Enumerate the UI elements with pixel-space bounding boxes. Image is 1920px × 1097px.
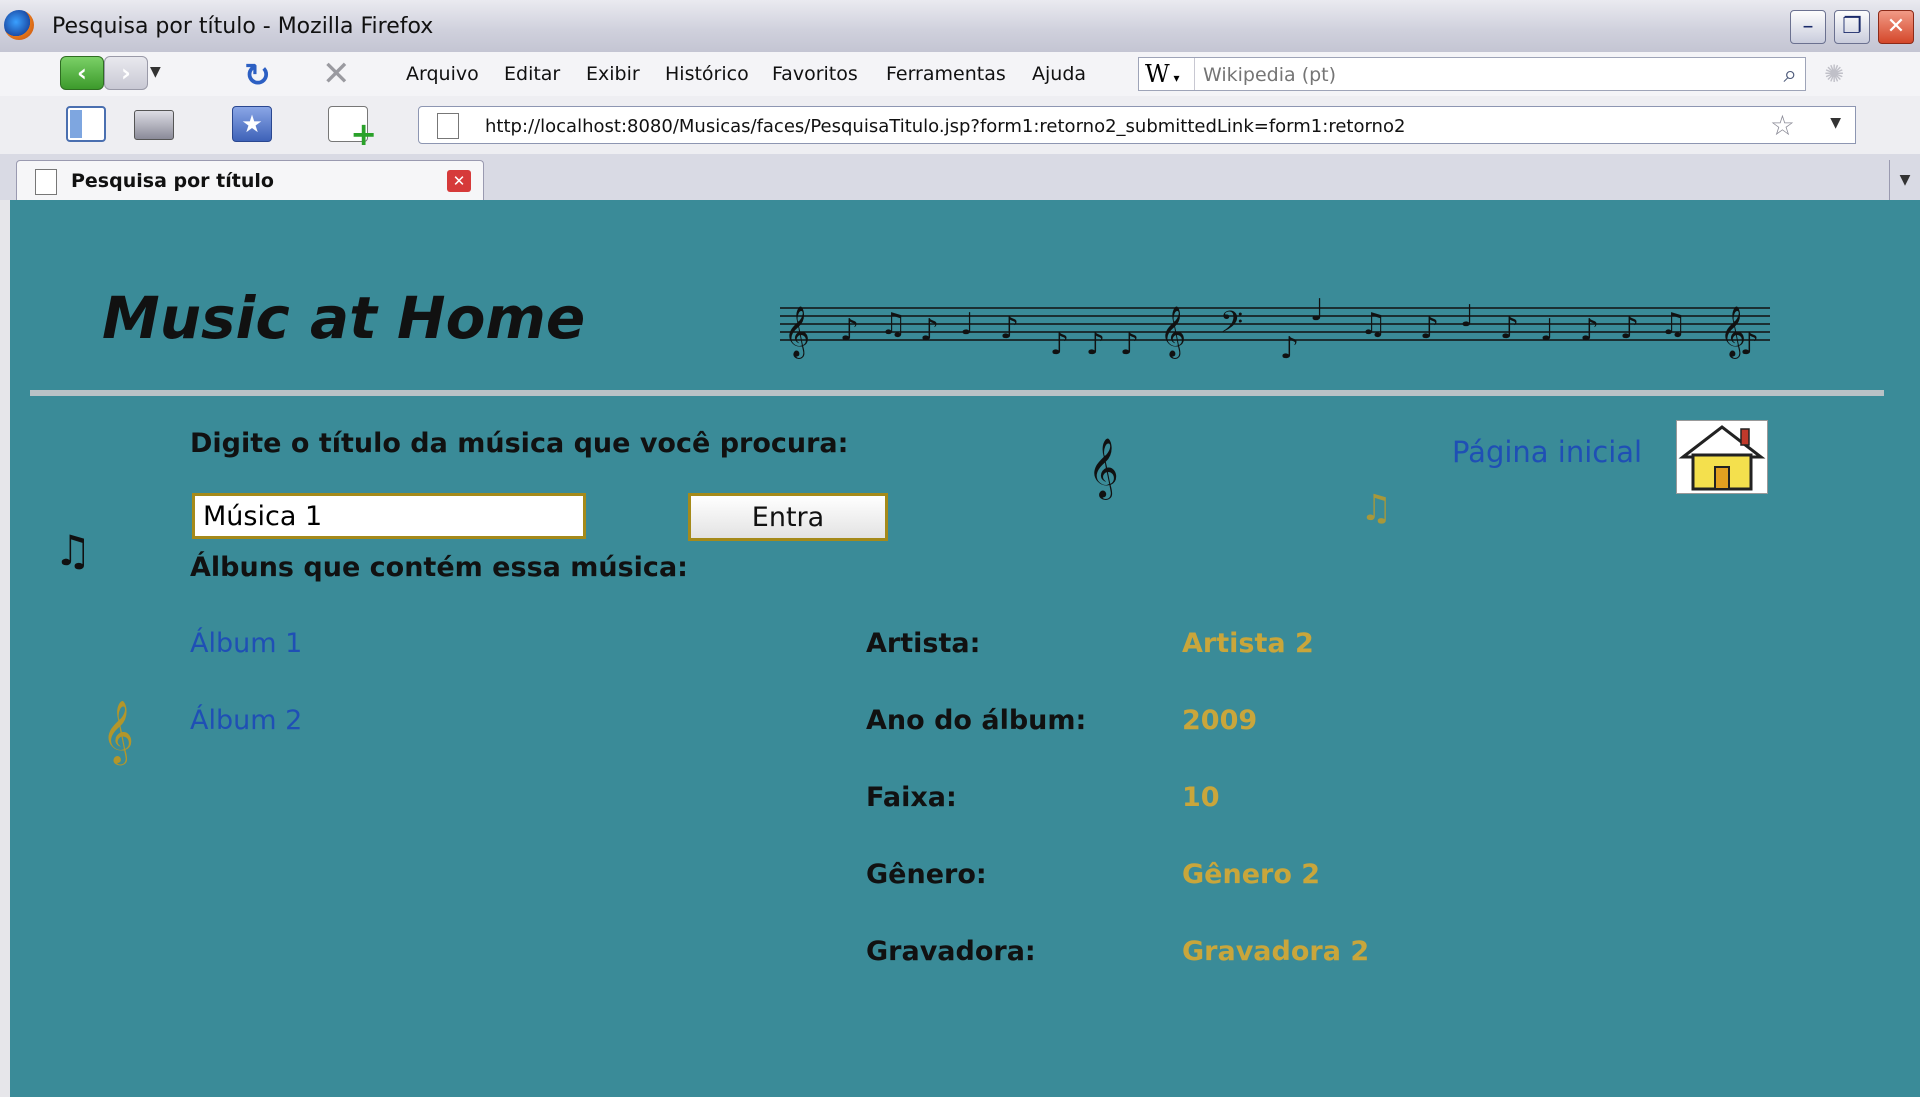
print-icon[interactable]	[134, 110, 174, 140]
music-staff-icon: 𝄞 𝄞 𝄞 𝄢 ♪ ♫ ♪ ♩ ♪ ♪ ♪ ♪ ♪ ♩ ♫ ♪ ♩ ♪ ♩ ♪ ♪ ♫ ♪	[780, 293, 1770, 366]
music-staff-small-icon: ♫	[54, 526, 92, 575]
svg-text:𝄞: 𝄞	[1160, 306, 1186, 359]
tab-strip: Pesquisa por título ✕ ▼	[0, 154, 1920, 201]
page-content: Music at Home 𝄞 𝄞 𝄞 𝄢 ♪ ♫ ♪ ♩ ♪ ♪ ♪ ♪ ♪ ♩ ♫ ♪ ♩ ♪ ♩ …	[10, 200, 1920, 1097]
window-titlebar: Pesquisa por título - Mozilla Firefox – …	[0, 0, 1920, 53]
throbber-icon: ✺	[1824, 60, 1845, 88]
menu-arquivo[interactable]: Arquivo	[406, 63, 479, 85]
genre-label: Gênero:	[866, 859, 987, 890]
enter-button[interactable]: Entra	[688, 493, 888, 541]
svg-text:♪: ♪	[1000, 311, 1019, 346]
artist-label: Artista:	[866, 628, 981, 659]
close-window-button[interactable]: ✕	[1878, 10, 1914, 44]
page-icon	[35, 169, 57, 195]
title-search-input[interactable]	[192, 493, 586, 539]
svg-text:♪: ♪	[1500, 311, 1519, 346]
music-note-icon: ♫	[1360, 488, 1393, 529]
back-icon[interactable]: ‹	[60, 56, 104, 90]
treble-clef-icon: 𝄞	[1088, 438, 1119, 498]
search-input[interactable]	[1201, 62, 1745, 88]
url-dropdown-icon[interactable]: ▼	[1830, 115, 1841, 131]
track-label: Faixa:	[866, 782, 957, 813]
page-icon	[437, 113, 459, 139]
house-icon[interactable]	[1676, 420, 1768, 494]
new-tab-icon[interactable]	[328, 106, 377, 153]
menu-ferramentas[interactable]: Ferramentas	[886, 63, 1006, 85]
svg-text:♪: ♪	[1740, 327, 1759, 362]
firefox-icon	[4, 10, 34, 40]
history-dropdown-icon[interactable]: ▼	[150, 64, 161, 80]
home-page-link[interactable]: Página inicial	[1452, 435, 1642, 469]
svg-text:♫: ♫	[1360, 307, 1387, 342]
menu-exibir[interactable]: Exibir	[586, 63, 640, 85]
menu-favoritos[interactable]: Favoritos	[772, 63, 858, 85]
url-bar: ☆ ▼	[418, 106, 1856, 144]
menu-bar: ‹ › ▼ ↻ ✕ Arquivo Editar Exibir Históric…	[0, 52, 1920, 96]
svg-text:♪: ♪	[840, 313, 859, 348]
close-tab-icon[interactable]: ✕	[447, 170, 471, 192]
svg-text:♪: ♪	[1620, 311, 1639, 346]
album-year-label: Ano do álbum:	[866, 705, 1087, 736]
navigation-toolbar: ★ ☆ ▼	[0, 96, 1920, 155]
svg-text:♪: ♪	[920, 313, 939, 348]
artist-value: Artista 2	[1182, 628, 1314, 659]
menu-editar[interactable]: Editar	[504, 63, 560, 85]
treble-clef-gold-icon: 𝄞	[102, 700, 134, 763]
sidebar-icon[interactable]	[66, 106, 106, 142]
site-title: Music at Home	[102, 284, 586, 352]
label-company-label: Gravadora:	[866, 936, 1036, 967]
svg-text:♪: ♪	[1086, 327, 1105, 362]
restore-button[interactable]: ❐	[1834, 10, 1870, 44]
search-icon[interactable]: ⌕	[1784, 60, 1797, 88]
track-value: 10	[1182, 782, 1220, 813]
header-divider	[30, 390, 1884, 396]
forward-icon[interactable]: ›	[104, 56, 148, 90]
tab-pesquisa[interactable]: Pesquisa por título ✕	[16, 160, 484, 200]
bookmark-icon[interactable]: ★	[232, 106, 272, 142]
svg-text:𝄢: 𝄢	[1220, 306, 1243, 347]
window-title: Pesquisa por título - Mozilla Firefox	[52, 14, 434, 39]
reload-icon[interactable]: ↻	[244, 56, 271, 94]
search-engine-selector[interactable]: W ▾	[1139, 58, 1195, 90]
svg-text:♩: ♩	[1310, 293, 1324, 328]
search-prompt: Digite o título da música que você procu…	[190, 428, 849, 459]
svg-text:♩: ♩	[1460, 299, 1474, 334]
svg-text:♪: ♪	[1050, 327, 1069, 362]
svg-text:♪: ♪	[1280, 331, 1299, 366]
svg-text:♪: ♪	[1580, 313, 1599, 348]
url-input[interactable]	[483, 113, 1747, 139]
svg-text:♩: ♩	[1540, 313, 1554, 348]
tab-list-dropdown-icon[interactable]: ▼	[1889, 160, 1920, 200]
svg-text:𝄞: 𝄞	[784, 306, 810, 359]
menu-ajuda[interactable]: Ajuda	[1032, 63, 1086, 85]
label-company-value: Gravadora 2	[1182, 936, 1370, 967]
stop-icon[interactable]: ✕	[322, 54, 351, 94]
album-year-value: 2009	[1182, 705, 1258, 736]
search-box: W ▾ ⌕	[1138, 57, 1806, 91]
svg-text:♪: ♪	[1120, 327, 1139, 362]
svg-text:♫: ♫	[1660, 307, 1687, 342]
menu-historico[interactable]: Histórico	[665, 63, 749, 85]
album-link-1[interactable]: Álbum 1	[190, 628, 302, 659]
minimize-button[interactable]: –	[1790, 10, 1826, 44]
svg-text:♫: ♫	[880, 307, 907, 342]
svg-text:♪: ♪	[1420, 311, 1439, 346]
genre-value: Gênero 2	[1182, 859, 1321, 890]
bookmark-star-icon[interactable]: ☆	[1770, 109, 1795, 142]
tab-label: Pesquisa por título	[71, 170, 274, 192]
albums-heading: Álbuns que contém essa música:	[190, 552, 688, 583]
svg-text:♩: ♩	[960, 307, 974, 342]
album-link-2[interactable]: Álbum 2	[190, 705, 302, 736]
